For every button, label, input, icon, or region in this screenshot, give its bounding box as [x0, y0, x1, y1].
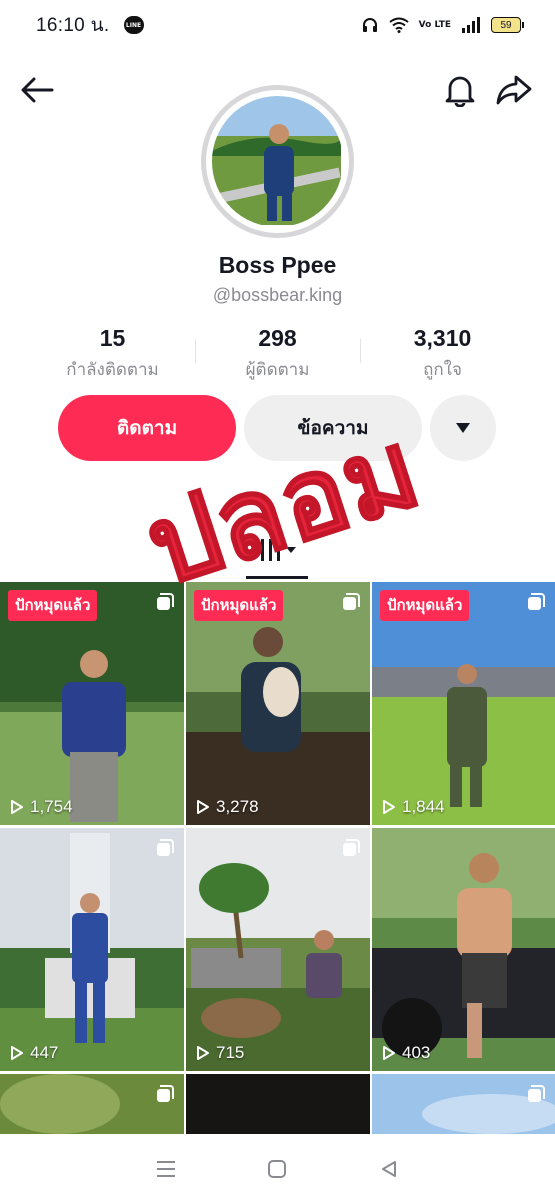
more-options-button[interactable]	[430, 395, 496, 461]
video-tile[interactable]: 715	[186, 828, 370, 1071]
tab-videos[interactable]	[248, 527, 308, 579]
view-count: 1,754	[10, 797, 73, 817]
headphones-icon	[362, 18, 377, 32]
tab-active-indicator	[246, 576, 308, 579]
photo-mode-icon	[157, 839, 174, 856]
stat-value: 298	[258, 325, 297, 351]
battery-icon: 59	[491, 17, 524, 33]
stat-label: ผู้ติดตาม	[245, 360, 310, 380]
stat-label: กำลังติดตาม	[66, 360, 159, 380]
avatar	[212, 96, 343, 227]
view-count: 447	[10, 1043, 58, 1063]
stat-value: 15	[99, 325, 126, 351]
stat-value: 3,310	[413, 325, 472, 351]
triangle-down-icon	[456, 423, 470, 433]
play-outline-icon	[197, 800, 209, 814]
photo-mode-icon	[528, 593, 545, 610]
signal-icon	[462, 17, 480, 33]
view-count-value: 447	[30, 1043, 59, 1062]
play-outline-icon	[383, 1046, 395, 1060]
play-outline-icon	[11, 800, 23, 814]
line-app-icon: LINE	[123, 16, 144, 34]
video-tile[interactable]: 447	[0, 828, 184, 1071]
video-thumbnail	[0, 828, 184, 1071]
photo-mode-icon	[157, 1085, 174, 1102]
video-tile[interactable]: ปักหมุดแล้ว 1,754	[0, 582, 184, 825]
video-tile[interactable]	[372, 1074, 555, 1134]
profile-avatar-ring[interactable]	[201, 85, 354, 238]
view-count: 3,278	[196, 797, 259, 817]
notification-button[interactable]	[440, 70, 480, 110]
video-tile[interactable]	[186, 1074, 370, 1134]
recents-button[interactable]	[146, 1149, 186, 1189]
stat-following[interactable]: 15 กำลังติดตาม	[30, 325, 195, 380]
system-back-button[interactable]	[369, 1149, 409, 1189]
home-button[interactable]	[257, 1149, 297, 1189]
video-thumbnail	[372, 828, 555, 1071]
stat-label: ถูกใจ	[423, 360, 462, 380]
status-indicators: Vo LTE 59	[361, 16, 524, 34]
photo-mode-icon	[528, 1085, 545, 1102]
profile-stats: 15 กำลังติดตาม 298 ผู้ติดตาม 3,310 ถูกใจ	[30, 325, 525, 380]
video-thumbnail	[0, 1074, 184, 1134]
video-thumbnail	[372, 1074, 555, 1134]
view-count-value: 403	[402, 1043, 431, 1062]
view-count-value: 715	[216, 1043, 245, 1062]
view-count-value: 1,754	[30, 797, 73, 816]
share-arrow-icon	[496, 75, 532, 105]
video-grid: ปักหมุดแล้ว 1,754 ปักหมุดแล้ว 3,278 ปักห…	[0, 582, 555, 1137]
arrow-left-icon	[21, 77, 54, 103]
view-count-value: 1,844	[402, 797, 445, 816]
video-tile[interactable]: ปักหมุดแล้ว 3,278	[186, 582, 370, 825]
pinned-badge: ปักหมุดแล้ว	[8, 590, 98, 621]
play-outline-icon	[383, 800, 395, 814]
play-outline-icon	[197, 1046, 209, 1060]
video-tile[interactable]	[0, 1074, 184, 1134]
follow-button[interactable]: ติดตาม	[58, 395, 236, 461]
view-count: 1,844	[382, 797, 445, 817]
username: @bossbear.king	[212, 285, 343, 305]
square-icon	[268, 1159, 287, 1178]
view-count: 403	[382, 1043, 430, 1063]
triangle-left-icon	[382, 1160, 397, 1177]
video-thumbnail	[186, 1074, 370, 1134]
video-thumbnail	[186, 828, 370, 1071]
video-tile[interactable]: ปักหมุดแล้ว 1,844	[372, 582, 555, 825]
bell-icon	[445, 76, 475, 107]
view-count-value: 3,278	[216, 797, 259, 816]
system-nav-bar	[0, 1137, 555, 1200]
wifi-icon	[389, 17, 409, 33]
share-button[interactable]	[494, 70, 534, 110]
pinned-badge: ปักหมุดแล้ว	[380, 590, 470, 621]
photo-mode-icon	[157, 593, 174, 610]
status-bar: 16:10 น. LINE Vo LTE 59	[0, 0, 555, 50]
message-button[interactable]: ข้อความ	[244, 395, 422, 461]
status-time: 16:10 น.	[36, 15, 110, 36]
photo-mode-icon	[343, 593, 360, 610]
pinned-badge: ปักหมุดแล้ว	[194, 590, 284, 621]
grid-bars-icon	[261, 539, 296, 561]
menu-lines-icon	[156, 1160, 175, 1177]
video-tile[interactable]: 403	[372, 828, 555, 1071]
stat-followers[interactable]: 298 ผู้ติดตาม	[195, 325, 360, 380]
volte-indicator: Vo LTE	[418, 19, 451, 30]
photo-mode-icon	[343, 839, 360, 856]
view-count: 715	[196, 1043, 244, 1063]
stat-likes[interactable]: 3,310 ถูกใจ	[360, 325, 525, 380]
back-button[interactable]	[17, 70, 57, 110]
play-outline-icon	[11, 1046, 23, 1060]
display-name: Boss Ppee	[218, 252, 337, 278]
